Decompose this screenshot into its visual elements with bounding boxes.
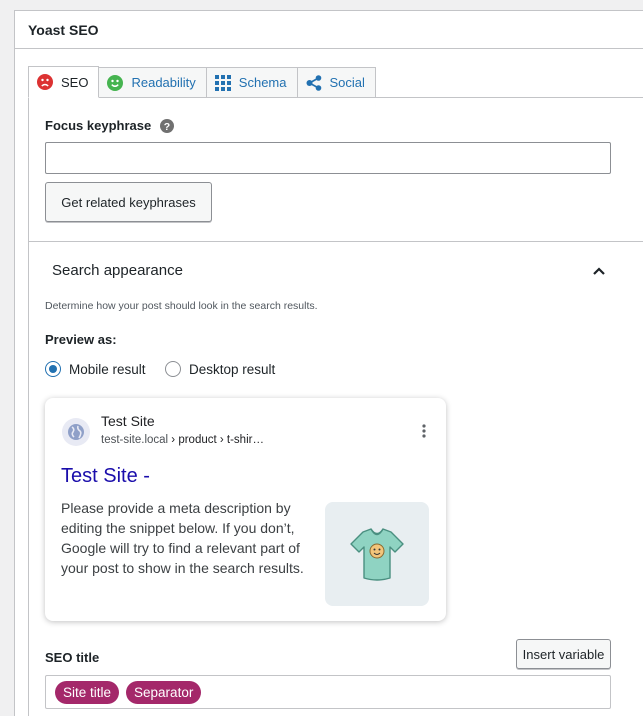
- seo-title-input[interactable]: Site title Separator: [45, 675, 611, 709]
- product-thumbnail: [325, 502, 429, 606]
- tshirt-icon: [350, 528, 404, 581]
- panel-header[interactable]: Yoast SEO: [15, 11, 643, 49]
- tab-label: Readability: [131, 75, 196, 90]
- search-appearance-title[interactable]: Search appearance: [52, 262, 183, 279]
- radio-button[interactable]: [165, 361, 181, 377]
- grid-icon: [214, 74, 231, 91]
- site-title-variable[interactable]: Site title: [55, 680, 120, 704]
- preview-site-name: Test Site: [101, 413, 155, 429]
- desktop-result-radio[interactable]: Desktop result: [165, 361, 275, 377]
- preview-title[interactable]: Test Site -: [61, 465, 150, 488]
- globe-icon: [62, 418, 90, 446]
- section-divider: [29, 241, 643, 242]
- tab-seo[interactable]: SEO: [28, 66, 100, 98]
- desktop-result-label: Desktop result: [189, 361, 276, 377]
- focus-keyphrase-input[interactable]: [45, 142, 611, 174]
- tab-label: Schema: [238, 75, 287, 90]
- tab-readability[interactable]: Readability: [98, 67, 207, 98]
- separator-variable[interactable]: Separator: [126, 680, 202, 704]
- mobile-snippet-preview: Test Site test-site.local › product › t-…: [45, 398, 446, 621]
- tab-bar: SEO Readability Schema Social: [28, 66, 376, 98]
- preview-url: test-site.local › product › t-shir…: [101, 434, 264, 446]
- radio-button-checked[interactable]: [45, 361, 61, 377]
- mobile-result-label: Mobile result: [69, 361, 146, 377]
- smile-face-icon: [107, 74, 124, 91]
- focus-keyphrase-label: Focus keyphrase ?: [45, 118, 175, 133]
- mobile-result-radio[interactable]: Mobile result: [45, 361, 146, 377]
- get-related-keyphrases-button[interactable]: Get related keyphrases: [45, 182, 212, 222]
- preview-snippet: Please provide a meta description by edi…: [61, 500, 304, 576]
- preview-url-domain: test-site.local: [101, 434, 169, 446]
- share-icon: [306, 74, 322, 91]
- help-icon[interactable]: ?: [160, 118, 175, 133]
- panel-title: Yoast SEO: [28, 21, 99, 38]
- insert-variable-button[interactable]: Insert variable: [516, 639, 611, 669]
- focus-keyphrase-label-text: Focus keyphrase: [45, 118, 152, 133]
- sad-face-icon: [37, 74, 53, 90]
- seo-title-label: SEO title: [45, 650, 100, 665]
- tab-schema[interactable]: Schema: [205, 67, 298, 98]
- tab-label: SEO: [61, 74, 89, 90]
- search-appearance-description: Determine how your post should look in t…: [45, 300, 318, 312]
- tab-label: Social: [329, 75, 365, 90]
- svg-text:?: ?: [164, 120, 170, 132]
- seo-tab-content: Focus keyphrase ? Get related keyphrases…: [28, 97, 643, 716]
- more-options-icon[interactable]: [422, 424, 426, 443]
- preview-url-path: › product › t-shir…: [168, 434, 264, 446]
- preview-as-label: Preview as:: [45, 332, 117, 347]
- chevron-up-icon[interactable]: [592, 263, 606, 281]
- tab-social[interactable]: Social: [296, 67, 376, 98]
